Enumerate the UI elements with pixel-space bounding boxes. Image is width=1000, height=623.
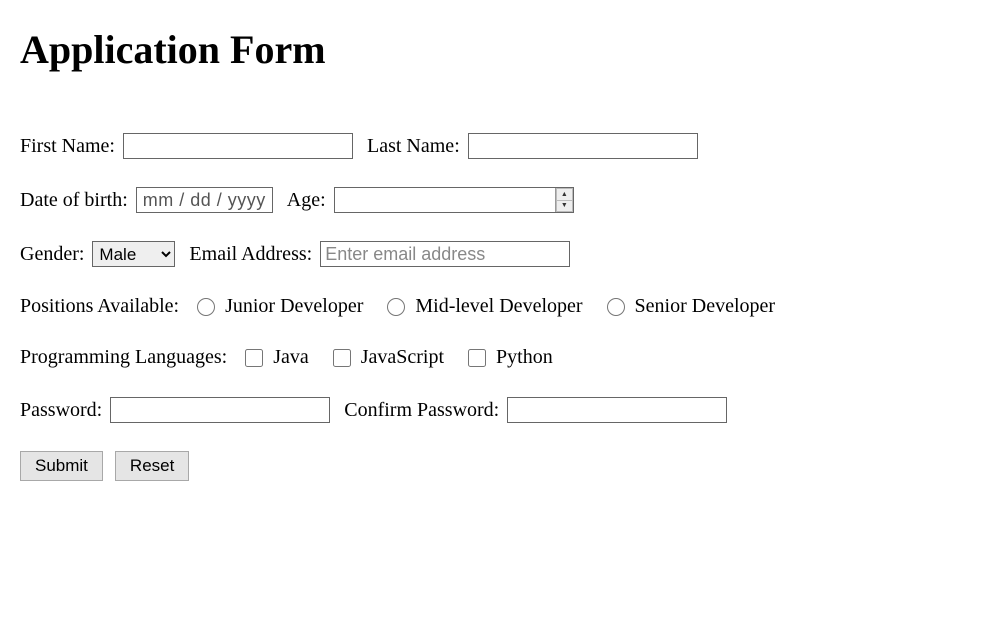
gender-label: Gender:: [20, 243, 84, 266]
position-radio-senior[interactable]: [607, 298, 625, 316]
position-option-label: Mid-level Developer: [415, 295, 582, 318]
row-name: First Name: Last Name:: [20, 133, 980, 159]
positions-label: Positions Available:: [20, 295, 179, 318]
reset-button[interactable]: Reset: [115, 451, 189, 481]
dob-input[interactable]: mm / dd / yyyy: [136, 187, 273, 213]
page-title: Application Form: [20, 26, 980, 73]
email-input[interactable]: [320, 241, 570, 267]
row-dob-age: Date of birth: mm / dd / yyyy Age: ▲ ▼: [20, 187, 980, 213]
dob-label: Date of birth:: [20, 189, 128, 212]
email-label: Email Address:: [189, 243, 312, 266]
spinner-down-icon[interactable]: ▼: [556, 200, 573, 213]
languages-label: Programming Languages:: [20, 346, 227, 369]
position-option-label: Senior Developer: [635, 295, 776, 318]
age-input[interactable]: [335, 188, 555, 212]
confirm-password-label: Confirm Password:: [344, 399, 499, 422]
first-name-label: First Name:: [20, 135, 115, 158]
language-checkbox-java[interactable]: [245, 349, 263, 367]
submit-button[interactable]: Submit: [20, 451, 103, 481]
age-label: Age:: [287, 189, 326, 212]
position-radio-junior[interactable]: [197, 298, 215, 316]
password-label: Password:: [20, 399, 102, 422]
application-form: First Name: Last Name: Date of birth: mm…: [20, 133, 980, 481]
language-option-label: JavaScript: [361, 346, 444, 369]
language-checkbox-javascript[interactable]: [333, 349, 351, 367]
row-password: Password: Confirm Password:: [20, 397, 980, 423]
password-input[interactable]: [110, 397, 330, 423]
language-option-label: Java: [273, 346, 309, 369]
age-input-wrap: ▲ ▼: [334, 187, 574, 213]
first-name-input[interactable]: [123, 133, 353, 159]
row-positions: Positions Available: Junior Developer Mi…: [20, 295, 980, 318]
language-option-label: Python: [496, 346, 553, 369]
confirm-password-input[interactable]: [507, 397, 727, 423]
last-name-label: Last Name:: [367, 135, 460, 158]
button-row: Submit Reset: [20, 451, 980, 481]
row-languages: Programming Languages: Java JavaScript P…: [20, 346, 980, 369]
position-radio-mid[interactable]: [387, 298, 405, 316]
row-gender-email: Gender: Male Female Email Address:: [20, 241, 980, 267]
last-name-input[interactable]: [468, 133, 698, 159]
gender-select[interactable]: Male Female: [92, 241, 175, 267]
age-spinner: ▲ ▼: [555, 188, 573, 212]
language-checkbox-python[interactable]: [468, 349, 486, 367]
position-option-label: Junior Developer: [225, 295, 363, 318]
spinner-up-icon[interactable]: ▲: [556, 188, 573, 200]
